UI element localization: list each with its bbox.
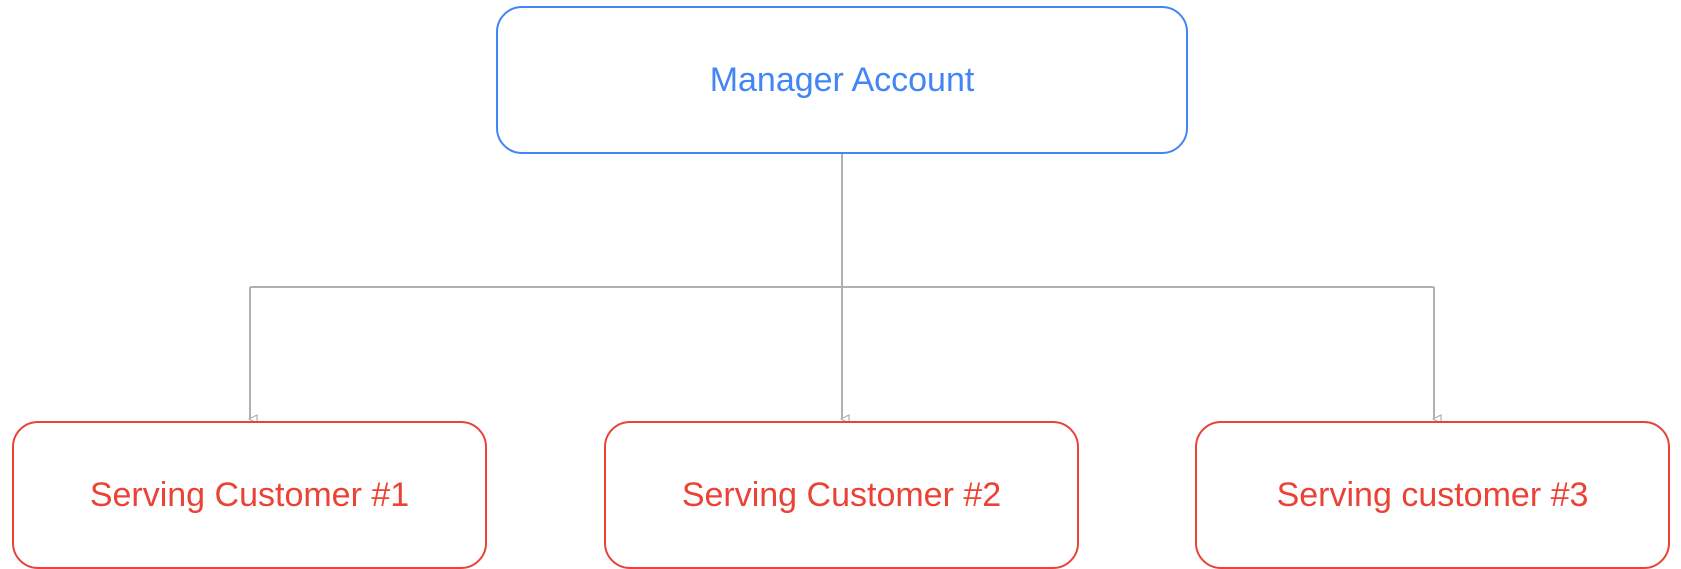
serving-customer-2-node: Serving Customer #2 bbox=[604, 421, 1079, 569]
serving-customer-1-label: Serving Customer #1 bbox=[89, 475, 410, 514]
manager-account-node: Manager Account bbox=[496, 6, 1188, 154]
serving-customer-3-label: Serving customer #3 bbox=[1276, 475, 1589, 514]
serving-customer-2-label: Serving Customer #2 bbox=[681, 475, 1002, 514]
serving-customer-3-node: Serving customer #3 bbox=[1195, 421, 1670, 569]
manager-account-label: Manager Account bbox=[709, 60, 975, 99]
serving-customer-1-node: Serving Customer #1 bbox=[12, 421, 487, 569]
